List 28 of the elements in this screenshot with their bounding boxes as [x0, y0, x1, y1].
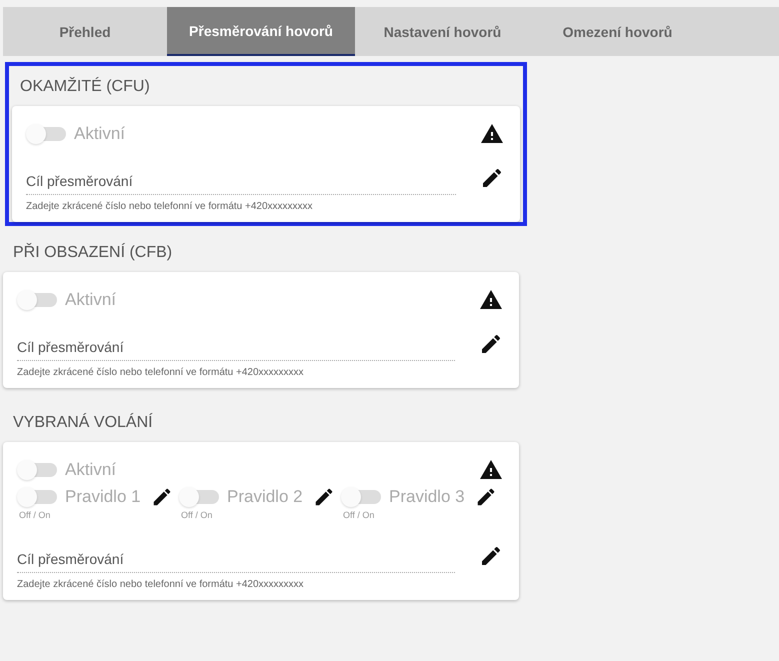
- toggle-label: Pravidlo 1: [65, 487, 141, 507]
- warning-icon: [479, 458, 503, 482]
- section-title: VYBRANÁ VOLÁNÍ: [12, 412, 154, 433]
- edit-icon[interactable]: [479, 332, 503, 356]
- toggle-caption: Off / On: [180, 510, 214, 520]
- warning-icon: [479, 288, 503, 312]
- warning-icon: [480, 122, 504, 146]
- tab[interactable]: Přesměrování hovorů: [167, 7, 355, 56]
- toggle-label: Aktivní: [74, 124, 126, 144]
- section-title: PŘI OBSAZENÍ (CFB): [12, 242, 174, 263]
- tab[interactable]: Přehled: [3, 7, 167, 56]
- edit-icon[interactable]: [480, 166, 504, 190]
- toggle-label: Pravidlo 2: [227, 487, 303, 507]
- toggle-label: Pravidlo 3: [389, 487, 465, 507]
- edit-icon[interactable]: [479, 544, 503, 568]
- field-hint: Zadejte zkrácené číslo nebo telefonní ve formátu +420xxxxxxxxx: [26, 201, 314, 212]
- tab[interactable]: Omezení hovorů: [530, 7, 705, 56]
- input-field[interactable]: Cíl přesměrování: [26, 169, 456, 195]
- toggle-caption: Off / On: [342, 510, 376, 520]
- toggle-label: Aktivní: [65, 290, 116, 310]
- input-field[interactable]: Cíl přesměrování: [17, 335, 455, 361]
- toggle-label: Aktivní: [65, 460, 116, 480]
- section-title: OKAMŽITÉ (CFU): [19, 76, 151, 97]
- field-hint: Zadejte zkrácené číslo nebo telefonní ve formátu +420xxxxxxxxx: [17, 367, 305, 378]
- toggle-caption: Off / On: [18, 510, 52, 520]
- input-field[interactable]: Cíl přesměrování: [17, 547, 455, 573]
- field-hint: Zadejte zkrácené číslo nebo telefonní ve formátu +420xxxxxxxxx: [17, 579, 305, 590]
- tab[interactable]: Nastavení hovorů: [355, 7, 530, 56]
